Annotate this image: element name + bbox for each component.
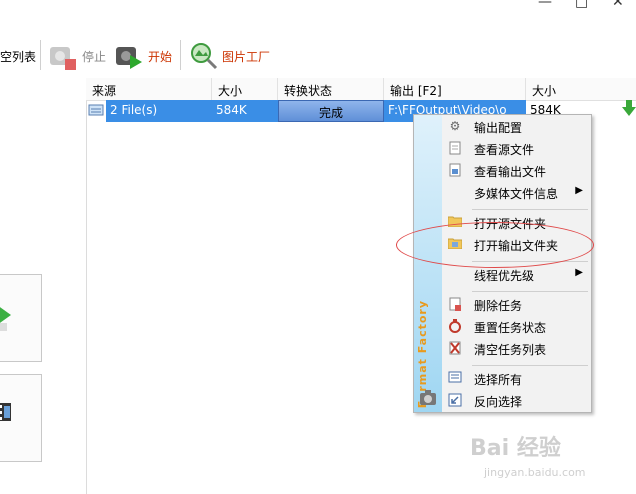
invert-selection-icon (448, 393, 462, 408)
document-arrow-icon (0, 307, 11, 331)
cell-source: 2 File(s) (106, 100, 212, 122)
stop-label: 停止 (82, 49, 107, 64)
menu-item-reset-task[interactable]: 重置任务状态 (442, 317, 591, 337)
column-header-status[interactable]: 转换状态 (278, 78, 384, 100)
menu-item-select-all[interactable]: 选择所有 (442, 369, 591, 389)
watermark-url: jingyan.baidu.com (484, 466, 586, 479)
menu-item-invert-selection[interactable]: 反向选择 (442, 391, 591, 411)
annotation-ellipse (396, 222, 594, 268)
left-panel (0, 78, 87, 494)
picture-factory-label: 图片工厂 (222, 49, 271, 64)
watermark: Bai 经验 (470, 436, 561, 461)
column-header-output-size[interactable]: 大小 (526, 78, 636, 100)
maximize-button[interactable]: □ (575, 0, 588, 10)
stop-icon (48, 41, 78, 71)
menu-item-label: 查看输出文件 (474, 165, 547, 179)
menu-item-view-output[interactable]: 查看输出文件 (442, 161, 591, 181)
menu-item-view-source[interactable]: 查看源文件 (442, 139, 591, 159)
start-icon (114, 41, 144, 71)
category-card-video[interactable] (0, 374, 42, 462)
menu-item-output-settings[interactable]: ⚙ 输出配置 (442, 117, 591, 137)
table-header: 来源 大小 转换状态 输出 [F2] 大小 (86, 78, 636, 101)
submenu-arrow-icon: ▶ (575, 185, 583, 196)
picture-factory-button[interactable]: 图片工厂 (188, 40, 270, 72)
film-icon (0, 403, 11, 421)
start-button[interactable]: 开始 (114, 40, 172, 72)
clear-list-icon (448, 341, 462, 356)
gear-icon: ⚙ (449, 119, 461, 133)
menu-item-label: 选择所有 (474, 373, 523, 387)
format-factory-logo-icon (420, 390, 436, 405)
category-card-document[interactable] (0, 274, 42, 362)
menu-item-label: 重置任务状态 (474, 321, 547, 335)
down-arrow-icon (622, 100, 636, 122)
cell-status: 完成 (278, 100, 384, 122)
clear-list-label: 空列表 (0, 49, 37, 64)
menu-item-label: 清空任务列表 (474, 343, 547, 357)
menu-item-label: 删除任务 (474, 299, 523, 313)
menu-item-label: 反向选择 (474, 395, 523, 409)
menu-item-clear-list[interactable]: 清空任务列表 (442, 339, 591, 359)
stop-button[interactable]: 停止 (48, 40, 106, 72)
menu-separator (472, 209, 588, 210)
clear-list-button[interactable]: 空列表 (0, 40, 36, 72)
column-header-output[interactable]: 输出 [F2] (384, 78, 526, 100)
cell-size: 584K (212, 100, 278, 122)
menu-separator (472, 365, 588, 366)
file-list-icon (86, 100, 106, 122)
minimize-button[interactable]: — (538, 0, 552, 10)
task-table: 来源 大小 转换状态 输出 [F2] 大小 2 File(s) 584K 完成 … (86, 78, 636, 122)
start-label: 开始 (148, 49, 173, 64)
select-all-icon (448, 371, 462, 386)
menu-item-label: 查看源文件 (474, 143, 535, 157)
submenu-arrow-icon: ▶ (575, 267, 583, 278)
close-button[interactable]: ✕ (612, 0, 624, 10)
column-header-size[interactable]: 大小 (212, 78, 278, 100)
output-document-icon (448, 163, 462, 178)
toolbar-separator (40, 40, 41, 70)
magnifier-icon (188, 41, 218, 71)
menu-item-label: 输出配置 (474, 121, 523, 135)
toolbar-separator (180, 40, 181, 70)
column-header-source[interactable]: 来源 (86, 78, 212, 100)
menu-item-delete-task[interactable]: 删除任务 (442, 295, 591, 315)
menu-item-thread-priority[interactable]: 线程优先级 ▶ (442, 265, 591, 285)
delete-document-icon (448, 297, 462, 312)
menu-item-media-info[interactable]: 多媒体文件信息 ▶ (442, 183, 591, 203)
document-icon (448, 141, 462, 156)
reset-icon (448, 319, 462, 334)
toolbar: 空列表 停止 开始 图片工厂 (0, 30, 636, 80)
menu-item-label: 线程优先级 (474, 269, 535, 283)
menu-item-label: 多媒体文件信息 (474, 187, 559, 201)
menu-separator (472, 291, 588, 292)
